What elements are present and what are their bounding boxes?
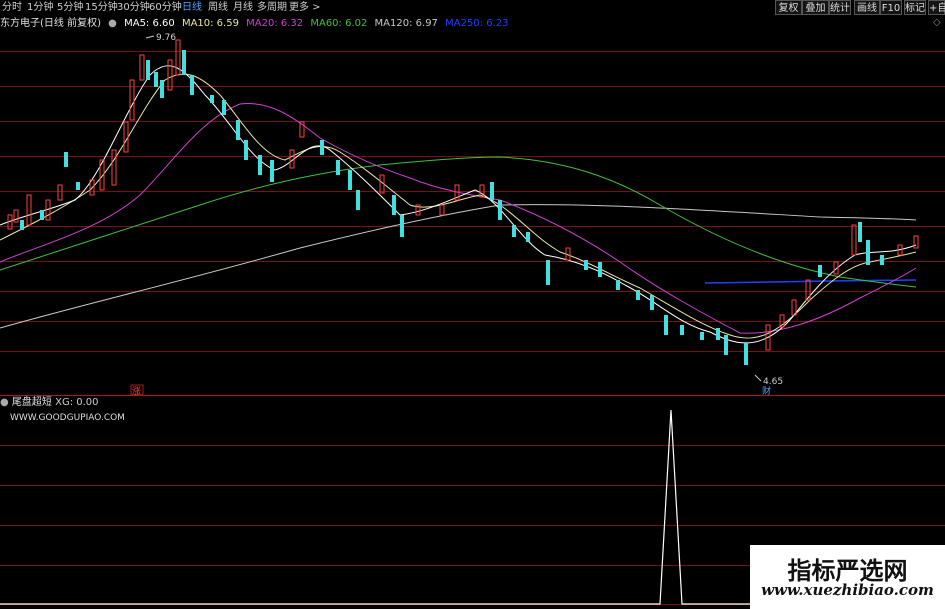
candle bbox=[680, 325, 684, 335]
candle bbox=[76, 182, 80, 190]
candle bbox=[123, 121, 129, 153]
candle bbox=[664, 315, 668, 335]
candle bbox=[439, 204, 445, 216]
ma5-line bbox=[0, 65, 917, 344]
candle bbox=[356, 190, 360, 210]
candle bbox=[146, 60, 150, 80]
candle bbox=[26, 194, 32, 226]
candle bbox=[129, 79, 135, 121]
candle bbox=[716, 328, 720, 340]
indicator-header: ● 尾盘超短 XG: 0.00 bbox=[0, 397, 99, 409]
low-marker-line bbox=[754, 374, 762, 382]
candle bbox=[490, 182, 494, 200]
candle bbox=[64, 152, 68, 167]
up-marker: 涨 bbox=[132, 386, 141, 397]
candle bbox=[111, 149, 117, 186]
candle bbox=[650, 295, 654, 310]
candle bbox=[744, 343, 748, 365]
candle bbox=[400, 215, 404, 237]
candle bbox=[167, 59, 173, 91]
candle bbox=[636, 290, 640, 300]
candle bbox=[154, 72, 158, 87]
candle bbox=[244, 140, 248, 160]
candle bbox=[498, 200, 502, 220]
cai-marker: 财 bbox=[762, 385, 771, 397]
candle bbox=[190, 75, 194, 95]
watermark: 指标严选网 www.xuezhibiao.com bbox=[750, 545, 945, 609]
candle bbox=[526, 232, 530, 242]
xg-value: XG: 0.00 bbox=[55, 397, 99, 408]
indicator-settings-icon[interactable]: ● bbox=[0, 397, 9, 408]
candle bbox=[20, 220, 24, 230]
candle bbox=[182, 50, 186, 75]
candle bbox=[258, 155, 262, 175]
high-label: 9.76 bbox=[156, 33, 176, 43]
kline-chart[interactable]: 9.76 4.65 涨 财 bbox=[0, 0, 945, 609]
candle bbox=[160, 80, 164, 98]
candle bbox=[392, 195, 396, 215]
candle bbox=[880, 255, 884, 265]
candle bbox=[913, 235, 919, 249]
candle bbox=[866, 240, 870, 265]
candle bbox=[858, 222, 862, 242]
candle bbox=[700, 332, 704, 340]
candle bbox=[818, 265, 822, 277]
candle bbox=[236, 120, 240, 140]
candle bbox=[584, 260, 588, 270]
candle bbox=[616, 280, 620, 290]
ma60-line bbox=[0, 156, 917, 288]
candle bbox=[546, 260, 550, 285]
ma120-line bbox=[0, 204, 917, 329]
indicator-site: WWW.GOODGUPIAO.COM bbox=[10, 413, 125, 423]
ma10-line bbox=[0, 73, 917, 339]
candle bbox=[40, 210, 44, 220]
candle bbox=[270, 160, 274, 182]
candle bbox=[139, 54, 145, 81]
candle bbox=[724, 335, 728, 355]
candle bbox=[512, 225, 516, 237]
watermark-url: www.xuezhibiao.com bbox=[761, 581, 934, 599]
candle bbox=[210, 95, 214, 103]
indicator-title: 尾盘超短 bbox=[11, 397, 52, 408]
candle bbox=[222, 100, 226, 115]
candle bbox=[598, 262, 602, 277]
candle bbox=[851, 224, 857, 256]
ma20-line bbox=[0, 102, 917, 334]
high-marker-line bbox=[145, 35, 155, 39]
candles bbox=[7, 39, 919, 365]
low-label: 4.65 bbox=[763, 377, 783, 387]
candle bbox=[336, 160, 340, 175]
candle bbox=[348, 170, 352, 190]
candle bbox=[57, 184, 63, 201]
candle bbox=[320, 140, 324, 155]
